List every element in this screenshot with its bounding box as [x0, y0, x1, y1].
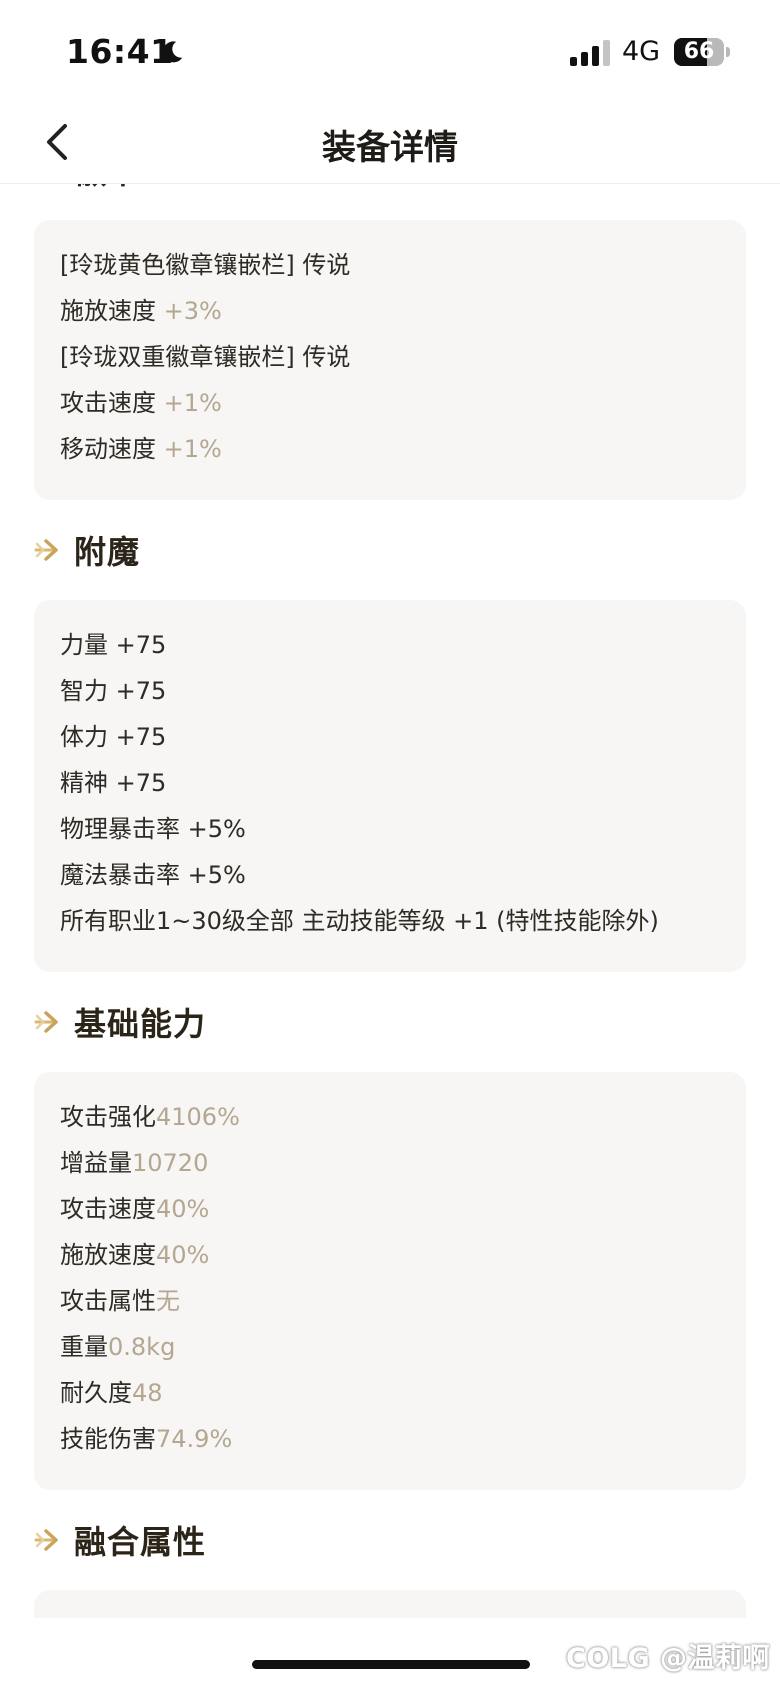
attribute-label: 物理暴击率 +5%: [60, 815, 246, 843]
section-card: 力量 +75 智力 +75 体力 +75 精神 +75 物理暴击率 +5% 魔法暴击率 +…: [34, 600, 746, 972]
attribute-value: 74.9%: [156, 1425, 233, 1453]
arrow-right-icon: [34, 539, 58, 561]
attribute-row: 攻击属性无: [60, 1278, 720, 1324]
attribute-label: 所有职业1~30级全部 主动技能等级 +1 (特性技能除外): [60, 907, 659, 935]
attribute-row: 智力 +75: [60, 668, 720, 714]
attribute-row: [玲珑黄色徽章镶嵌栏] 传说: [60, 242, 720, 288]
attribute-label: 施放速度: [60, 1241, 156, 1269]
section-card: 攻击强化4106% 增益量10720 攻击速度40% 施放速度40% 攻击属性无 重量0.…: [34, 1072, 746, 1490]
section-card: [玲珑黄色徽章镶嵌栏] 传说 施放速度 +3% [玲珑双重徽章镶嵌栏] 传说 攻击速度…: [34, 220, 746, 500]
attribute-label: 智力 +75: [60, 677, 167, 705]
attribute-label: 体力 +75: [60, 723, 167, 751]
status-bar: 16:41 4G 66: [0, 0, 780, 100]
signal-icon: [570, 40, 610, 66]
arrow-right-icon: [34, 1529, 58, 1551]
section-title: 基础能力: [74, 1005, 207, 1043]
attribute-value: 4106%: [156, 1103, 240, 1131]
attribute-value: 40%: [156, 1241, 210, 1269]
battery-percent: 66: [683, 39, 715, 64]
attribute-label: 重量: [60, 1333, 108, 1361]
attribute-label: 技能伤害: [60, 1425, 156, 1453]
attribute-row: 物理暴击率 +5%: [60, 806, 720, 852]
nav-bar: 装备详情: [0, 100, 780, 184]
attribute-row: 移动速度 +1%: [60, 426, 720, 472]
attribute-row: 攻击速度40%: [60, 1186, 720, 1232]
sections-list: 徽章[玲珑黄色徽章镶嵌栏] 传说施放速度 +3%[玲珑双重徽章镶嵌栏] 传说攻击…: [0, 184, 780, 1618]
attribute-label: [玲珑双重徽章镶嵌栏] 传说: [60, 343, 351, 371]
network-type: 4G: [622, 36, 661, 67]
attribute-row: 所有职业1~30级全部 主动技能等级 +1 (特性技能除外): [60, 898, 720, 944]
section-header: 徽章: [0, 184, 780, 220]
attribute-row: 增益量10720: [60, 1140, 720, 1186]
attribute-label: 耐久度: [60, 1379, 132, 1407]
attribute-value: 0.8kg: [108, 1333, 176, 1361]
section-header: 附魔: [0, 500, 780, 600]
section-header: 基础能力: [0, 972, 780, 1072]
attribute-label: 精神 +75: [60, 769, 167, 797]
attribute-value: 48: [132, 1379, 163, 1407]
attribute-row: 攻击强化4106%: [60, 1094, 720, 1140]
attribute-label: 移动速度: [60, 435, 164, 463]
attribute-label: 增益量: [60, 1149, 132, 1177]
attribute-row: 龙战：连城怒火: [60, 1612, 720, 1618]
attribute-value: 10720: [132, 1149, 209, 1177]
attribute-row: 技能伤害74.9%: [60, 1416, 720, 1462]
home-indicator[interactable]: [252, 1660, 530, 1669]
section-title: 附魔: [74, 533, 141, 571]
section-title: 徽章: [74, 184, 140, 193]
battery-icon: 66: [674, 38, 724, 66]
attribute-row: 施放速度40%: [60, 1232, 720, 1278]
attribute-row: 施放速度 +3%: [60, 288, 720, 334]
detail-content[interactable]: 徽章[玲珑黄色徽章镶嵌栏] 传说施放速度 +3%[玲珑双重徽章镶嵌栏] 传说攻击…: [0, 184, 780, 1618]
attribute-row: 攻击速度 +1%: [60, 380, 720, 426]
attribute-row: 精神 +75: [60, 760, 720, 806]
attribute-row: 力量 +75: [60, 622, 720, 668]
attribute-label: [玲珑黄色徽章镶嵌栏] 传说: [60, 251, 351, 279]
section-title: 融合属性: [74, 1523, 207, 1561]
attribute-label: 力量 +75: [60, 631, 167, 659]
attribute-value: +3%: [163, 297, 222, 325]
attribute-value: +1%: [163, 435, 222, 463]
battery-tip: [726, 47, 730, 57]
attribute-row: 魔法暴击率 +5%: [60, 852, 720, 898]
attribute-label: 攻击属性: [60, 1287, 156, 1315]
attribute-row: 重量0.8kg: [60, 1324, 720, 1370]
attribute-label: 施放速度: [60, 297, 164, 325]
attribute-row: 耐久度48: [60, 1370, 720, 1416]
attribute-label: 魔法暴击率 +5%: [60, 861, 246, 889]
attribute-label: 攻击强化: [60, 1103, 156, 1131]
section-header: 融合属性: [0, 1490, 780, 1590]
attribute-label: 攻击速度: [60, 389, 164, 417]
attribute-value: +1%: [163, 389, 222, 417]
page-title: 装备详情: [322, 128, 458, 168]
section-card: 龙战：连城怒火: [34, 1590, 746, 1618]
arrow-right-icon: [34, 1011, 58, 1033]
attribute-label: 攻击速度: [60, 1195, 156, 1223]
attribute-row: 体力 +75: [60, 714, 720, 760]
attribute-value: 无: [156, 1287, 180, 1315]
attribute-row: [玲珑双重徽章镶嵌栏] 传说: [60, 334, 720, 380]
attribute-value: 40%: [156, 1195, 210, 1223]
watermark: COLG @温莉啊: [566, 1643, 771, 1674]
moon-icon: [162, 41, 183, 63]
